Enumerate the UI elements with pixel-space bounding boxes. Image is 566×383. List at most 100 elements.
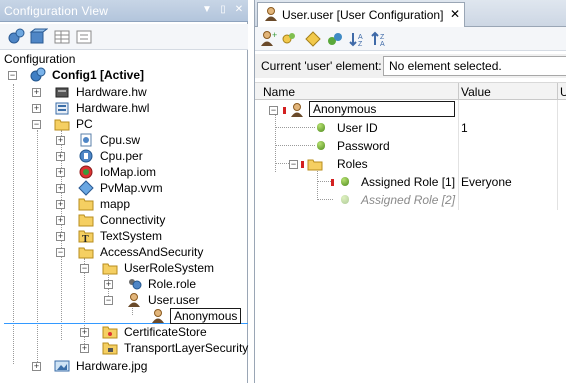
- tab-user-configuration[interactable]: User.user [User Configuration] ✕: [257, 2, 465, 27]
- expand-icon[interactable]: +: [104, 280, 113, 289]
- tree-item-pc[interactable]: − PC: [0, 116, 248, 132]
- close-icon[interactable]: ✕: [232, 3, 246, 17]
- collapse-icon[interactable]: −: [269, 106, 278, 115]
- hardware-list-icon: [55, 102, 69, 115]
- tab-strip: User.user [User Configuration] ✕: [255, 0, 566, 27]
- tree-item-label: PC: [76, 117, 93, 131]
- configuration-label: Configuration: [4, 52, 76, 66]
- expand-icon[interactable]: +: [32, 362, 41, 371]
- sort-icon[interactable]: [325, 29, 345, 49]
- tree-item-label: AccessAndSecurity: [100, 245, 204, 259]
- add-property-icon[interactable]: [279, 29, 299, 49]
- tree-item-cpu-per[interactable]: + Cpu.per: [0, 148, 248, 164]
- gear-icon[interactable]: [6, 27, 26, 47]
- tree-item-label: TransportLayerSecurity: [124, 341, 249, 355]
- tree-item-cpu-sw[interactable]: + Cpu.sw: [0, 132, 248, 148]
- grid-row-anonymous[interactable]: − Anonymous: [255, 101, 566, 119]
- folder-open-icon: [78, 247, 94, 259]
- tree-item-role-role[interactable]: + Role.role: [0, 276, 248, 292]
- tree-item-label: Config1 [Active]: [52, 68, 145, 82]
- tree-item-label: UserRoleSystem: [124, 261, 215, 275]
- close-icon[interactable]: ✕: [448, 7, 462, 21]
- collapse-icon[interactable]: −: [104, 296, 113, 305]
- text-system-icon: T: [78, 230, 94, 244]
- tree-item-label: Anonymous: [170, 308, 242, 324]
- grid-row-user-id[interactable]: User ID 1: [255, 119, 566, 137]
- pvmap-icon: [78, 180, 94, 196]
- cube-icon[interactable]: [28, 27, 48, 47]
- properties-icon[interactable]: [303, 29, 323, 49]
- grid-row-roles[interactable]: − Roles: [255, 155, 566, 173]
- tree-item-transportlayersecurity[interactable]: + TransportLayerSecurity: [0, 340, 248, 356]
- user-configuration-editor: User.user [User Configuration] ✕ + AZ ZA…: [254, 0, 566, 383]
- tree-item-pvmap[interactable]: + PvMap.vvm: [0, 180, 248, 196]
- config-icon: [30, 67, 46, 82]
- certificate-folder-icon: [102, 326, 118, 339]
- tree-item-iomap[interactable]: + IoMap.iom: [0, 164, 248, 180]
- collapse-icon[interactable]: −: [8, 71, 17, 80]
- table-icon[interactable]: [52, 27, 72, 47]
- expand-icon[interactable]: +: [56, 136, 65, 145]
- expand-icon[interactable]: +: [32, 88, 41, 97]
- column-header-value[interactable]: Value: [461, 85, 491, 99]
- tree-item-hardware-hw[interactable]: + Hardware.hw: [0, 84, 248, 100]
- tree-item-user-user[interactable]: − User.user: [0, 292, 248, 308]
- grid-row-assigned-role-1[interactable]: Assigned Role [1] Everyone: [255, 173, 566, 191]
- collapse-icon[interactable]: −: [56, 248, 65, 257]
- tree-item-label: Hardware.jpg: [76, 359, 148, 373]
- permanent-icon: [79, 149, 93, 163]
- sort-ascending-icon[interactable]: AZ: [347, 29, 367, 49]
- tree-item-textsystem[interactable]: + T TextSystem: [0, 228, 248, 244]
- tree-item-label: Hardware.hw: [76, 85, 147, 99]
- column-header-name[interactable]: Name: [263, 85, 295, 99]
- tree-item-label: Cpu.sw: [100, 133, 141, 147]
- grid-row-assigned-role-2[interactable]: Assigned Role [2]: [255, 191, 566, 209]
- collapse-icon[interactable]: −: [289, 160, 298, 169]
- grid-header: Name Value U: [255, 82, 566, 101]
- pin-icon[interactable]: ▯: [216, 3, 230, 17]
- expand-icon[interactable]: +: [32, 104, 41, 113]
- tree-item-certificatestore[interactable]: + CertificateStore: [0, 324, 248, 340]
- tree-item-userrolesystem[interactable]: − UserRoleSystem: [0, 260, 248, 276]
- tree-item-anonymous[interactable]: Anonymous: [4, 308, 248, 324]
- user-icon: [152, 309, 164, 323]
- iomap-icon: [79, 165, 93, 179]
- required-marker: [301, 161, 304, 168]
- current-element-field[interactable]: No element selected.: [383, 56, 566, 76]
- role-icon: [129, 279, 142, 290]
- svg-text:Z: Z: [358, 41, 363, 48]
- tree-item-mapp[interactable]: + mapp: [0, 196, 248, 212]
- tree-item-accessandsecurity[interactable]: − AccessAndSecurity: [0, 244, 248, 260]
- expand-icon[interactable]: +: [56, 200, 65, 209]
- expand-icon[interactable]: +: [80, 328, 89, 337]
- expand-icon[interactable]: +: [56, 168, 65, 177]
- column-header-unit[interactable]: U: [560, 85, 566, 99]
- tree-item-label: IoMap.iom: [100, 165, 157, 179]
- list-icon[interactable]: [74, 27, 94, 47]
- property-bullet-icon: [341, 195, 349, 204]
- expand-icon[interactable]: +: [56, 216, 65, 225]
- add-user-icon[interactable]: +: [259, 29, 279, 49]
- tree-item-connectivity[interactable]: + Connectivity: [0, 212, 248, 228]
- tree-item-hardware-hwl[interactable]: + Hardware.hwl: [0, 100, 248, 116]
- property-bullet-icon: [317, 141, 325, 150]
- tree-item-hardware-jpg[interactable]: + Hardware.jpg: [0, 358, 248, 374]
- grid-row-password[interactable]: Password: [255, 137, 566, 155]
- sort-descending-icon[interactable]: ZA: [369, 29, 389, 49]
- dropdown-icon[interactable]: ▼: [200, 3, 214, 17]
- tree-item-config1[interactable]: − Config1 [Active]: [0, 67, 248, 83]
- collapse-icon[interactable]: −: [80, 264, 89, 273]
- grid-cell-name: Anonymous: [309, 101, 455, 117]
- user-icon: [128, 293, 140, 307]
- grid-cell-value[interactable]: 1: [461, 121, 468, 135]
- expand-icon[interactable]: +: [56, 184, 65, 193]
- collapse-icon[interactable]: −: [32, 120, 41, 129]
- grid-cell-name: Roles: [337, 157, 368, 171]
- grid-cell-value[interactable]: Everyone: [461, 175, 512, 189]
- expand-icon[interactable]: +: [56, 232, 65, 241]
- expand-icon[interactable]: +: [80, 344, 89, 353]
- panel-toolbar: [0, 24, 248, 50]
- grid-cell-name: Password: [337, 139, 390, 153]
- expand-icon[interactable]: +: [56, 152, 65, 161]
- grid-cell-name: User ID: [337, 121, 378, 135]
